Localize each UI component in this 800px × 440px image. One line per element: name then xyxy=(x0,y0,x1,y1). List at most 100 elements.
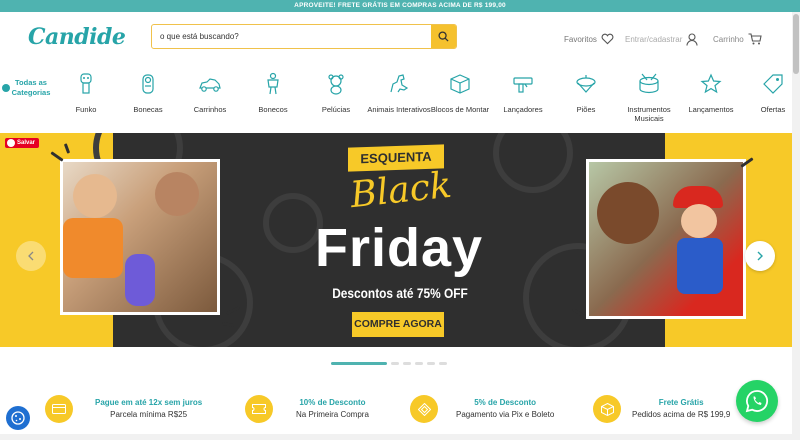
mario-face xyxy=(681,204,717,238)
category-funko[interactable]: Funko xyxy=(54,72,118,114)
chevron-left-icon xyxy=(28,251,34,261)
category-label: Pelúcias xyxy=(321,105,351,114)
benefit-text: 10% de Desconto Na Primeira Compra xyxy=(296,397,369,421)
carousel-dot[interactable] xyxy=(415,362,423,365)
doll-toy xyxy=(125,254,155,306)
drum-icon xyxy=(639,73,659,94)
carousel-dot[interactable] xyxy=(427,362,435,365)
category-pelucias[interactable]: Pelúcias xyxy=(304,72,368,114)
user-icon xyxy=(686,33,698,46)
benefit-text: Pague em até 12x sem juros Parcela mínim… xyxy=(95,397,202,421)
logo[interactable]: Candide xyxy=(28,24,126,50)
benefit-item: Frete Grátis Pedidos acima de R$ 199,9 xyxy=(593,395,753,431)
carousel-dot[interactable] xyxy=(331,362,387,365)
benefits-strip: Pague em até 12x sem juros Parcela mínim… xyxy=(0,386,792,440)
banner-photo-boy xyxy=(586,159,746,319)
boy-face xyxy=(597,182,659,244)
category-label: Animais Interativos xyxy=(367,105,431,114)
blocks-icon xyxy=(450,74,470,94)
all-categories-button[interactable]: Todas as Categorias xyxy=(4,78,58,98)
category-label: Piões xyxy=(576,105,596,114)
scrollbar-thumb[interactable] xyxy=(793,14,799,74)
category-label: Ofertas xyxy=(760,105,786,114)
heart-icon xyxy=(601,33,614,45)
action-figure-icon xyxy=(267,72,279,95)
teddy-bear-icon xyxy=(328,74,344,95)
pix-icon xyxy=(410,395,438,423)
shop-now-button[interactable]: COMPRE AGORA xyxy=(352,312,444,337)
category-carrinhos[interactable]: Carrinhos xyxy=(178,72,242,114)
carousel-prev-button[interactable] xyxy=(16,241,46,271)
credit-card-icon xyxy=(45,395,73,423)
category-lancadores[interactable]: Lançadores xyxy=(491,72,555,114)
category-animais-interativos[interactable]: Animais Interativos xyxy=(367,72,431,114)
category-lancamentos[interactable]: Lançamentos xyxy=(679,72,743,114)
benefit-subtitle: Parcela mínima R$25 xyxy=(110,410,188,419)
benefit-item: 10% de Desconto Na Primeira Compra xyxy=(245,395,395,431)
ticket-icon xyxy=(245,395,273,423)
carousel-next-button[interactable] xyxy=(745,241,775,271)
favorites-label: Favoritos xyxy=(564,34,597,44)
category-bonecas[interactable]: Bonecas xyxy=(116,72,180,114)
mario-overalls xyxy=(677,238,723,294)
benefit-title: Pague em até 12x sem juros xyxy=(95,398,203,407)
cart-link[interactable]: Carrinho xyxy=(713,33,762,45)
promo-bar: APROVEITE! FRETE GRÁTIS EM COMPRAS ACIMA… xyxy=(0,0,800,12)
chevron-right-icon xyxy=(757,251,763,261)
category-pioes[interactable]: Piões xyxy=(554,72,618,114)
smiley-pattern xyxy=(493,133,573,193)
benefit-subtitle: Pedidos acima de R$ 199,9 xyxy=(632,410,731,419)
star-icon xyxy=(700,73,722,94)
search-box xyxy=(151,24,457,49)
decor-stroke xyxy=(50,151,64,162)
benefit-subtitle: Pagamento via Pix e Boleto xyxy=(456,410,555,419)
cart-icon xyxy=(748,33,762,45)
orange-shirt xyxy=(63,218,123,278)
search-input[interactable] xyxy=(152,25,432,48)
whatsapp-button[interactable] xyxy=(736,380,778,422)
login-label: Entrar/cadastrar xyxy=(625,35,683,44)
category-label: Funko xyxy=(75,105,97,114)
doll-icon xyxy=(142,74,154,94)
funko-icon xyxy=(80,73,92,94)
category-ofertas[interactable]: Ofertas xyxy=(741,72,800,114)
benefit-item: Pague em até 12x sem juros Parcela mínim… xyxy=(45,395,235,431)
banner-friday: Friday xyxy=(314,218,484,278)
carousel-dot[interactable] xyxy=(403,362,411,365)
cookie-icon xyxy=(11,411,25,425)
hero-banner[interactable]: Salvar ESQUENTA Black Friday Descontos a… xyxy=(0,133,792,347)
benefit-text: Frete Grátis Pedidos acima de R$ 199,9 xyxy=(632,397,730,421)
category-label: Lançadores xyxy=(503,105,543,114)
benefit-text: 5% de Desconto Pagamento via Pix e Bolet… xyxy=(456,397,554,421)
carousel-dot[interactable] xyxy=(391,362,399,365)
all-categories-line2: Categorias xyxy=(11,88,51,97)
carousel-dot[interactable] xyxy=(439,362,447,365)
search-button[interactable] xyxy=(431,25,456,48)
category-label: Blocos de Montar xyxy=(430,105,490,114)
category-nav: Todas as Categorias Funko Bonecas Carrin… xyxy=(0,64,792,130)
blaster-icon xyxy=(513,77,533,93)
category-label: Bonecas xyxy=(133,105,163,114)
package-icon xyxy=(593,395,621,423)
category-bonecos[interactable]: Bonecos xyxy=(241,72,305,114)
search-icon xyxy=(438,31,449,42)
login-link[interactable]: Entrar/cadastrar xyxy=(625,33,698,46)
header: Candide Favoritos Entrar/cadastrar Carri… xyxy=(0,12,800,64)
cookie-settings-button[interactable] xyxy=(6,406,30,430)
banner-discount: Descontos até 75% OFF xyxy=(332,285,468,301)
pinterest-save-button[interactable]: Salvar xyxy=(5,138,40,148)
horizontal-scrollbar[interactable] xyxy=(0,434,792,440)
tag-icon xyxy=(763,74,783,94)
benefit-title: 10% de Desconto xyxy=(299,398,366,407)
benefit-title: 5% de Desconto xyxy=(474,398,537,407)
favorites-link[interactable]: Favoritos xyxy=(564,33,614,45)
benefit-title: Frete Grátis xyxy=(658,398,704,407)
category-instrumentos-musicais[interactable]: Instrumentos Musicais xyxy=(617,72,681,123)
banner-photo-girls xyxy=(60,159,220,315)
category-blocos-de-montar[interactable]: Blocos de Montar xyxy=(428,72,492,114)
dinosaur-icon xyxy=(390,74,409,93)
all-categories-line1: Todas as xyxy=(15,78,47,87)
spinning-top-icon xyxy=(576,75,596,93)
carousel-dots xyxy=(331,362,447,366)
category-label: Lançamentos xyxy=(688,105,734,114)
